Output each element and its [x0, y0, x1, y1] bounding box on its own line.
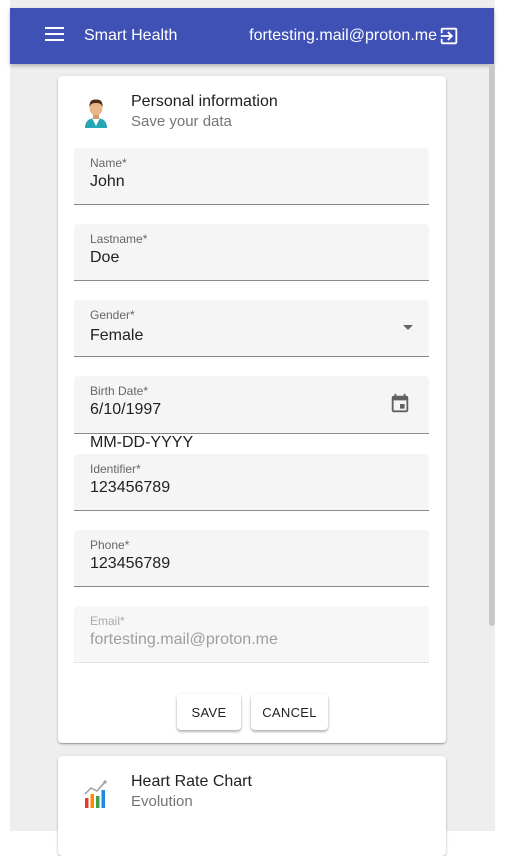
- email-field: Email* fortesting.mail@proton.me: [74, 606, 429, 663]
- dropdown-arrow-icon: [403, 325, 413, 330]
- gender-value: Female: [90, 327, 144, 344]
- identifier-value: 123456789: [90, 479, 171, 496]
- name-label: Name*: [90, 156, 127, 170]
- heart-rate-card: Heart Rate Chart Evolution: [58, 756, 446, 856]
- scrollbar-thumb[interactable]: [489, 64, 495, 626]
- lastname-field[interactable]: Lastname* Doe: [74, 224, 429, 281]
- birth-date-value: 6/10/1997: [90, 401, 162, 418]
- card-title: Personal information: [131, 93, 278, 110]
- user-avatar-icon: [85, 99, 107, 128]
- birth-date-hint: MM-DD-YYYY: [90, 434, 194, 451]
- gender-select[interactable]: Gender* Female: [74, 300, 429, 357]
- calendar-icon[interactable]: [389, 393, 411, 415]
- name-value: John: [90, 173, 125, 190]
- chart-icon: [84, 780, 107, 808]
- app-title: Smart Health: [84, 27, 178, 44]
- card-subtitle: Save your data: [131, 113, 232, 130]
- phone-field[interactable]: Phone* 123456789: [74, 530, 429, 587]
- gender-label: Gender*: [90, 308, 135, 322]
- phone-value: 123456789: [90, 555, 171, 572]
- card-title: Heart Rate Chart: [131, 773, 252, 790]
- menu-icon[interactable]: [45, 27, 65, 43]
- save-button[interactable]: SAVE: [177, 694, 241, 730]
- lastname-value: Doe: [90, 249, 120, 266]
- identifier-field[interactable]: Identifier* 123456789: [74, 454, 429, 511]
- lastname-label: Lastname*: [90, 232, 148, 246]
- identifier-label: Identifier*: [90, 462, 141, 476]
- personal-info-card: Personal information Save your data Name…: [58, 76, 446, 743]
- phone-label: Phone*: [90, 538, 130, 552]
- logout-icon[interactable]: [438, 25, 460, 47]
- email-label: Email*: [90, 614, 125, 628]
- email-value: fortesting.mail@proton.me: [90, 631, 278, 648]
- user-email: fortesting.mail@proton.me: [249, 27, 437, 44]
- app-toolbar: Smart Health fortesting.mail@proton.me: [10, 8, 494, 64]
- card-subtitle: Evolution: [131, 793, 193, 810]
- cancel-button[interactable]: CANCEL: [251, 694, 328, 730]
- birth-date-field[interactable]: Birth Date* 6/10/1997: [74, 376, 429, 434]
- birth-date-label: Birth Date*: [90, 384, 149, 398]
- name-field[interactable]: Name* John: [74, 148, 429, 205]
